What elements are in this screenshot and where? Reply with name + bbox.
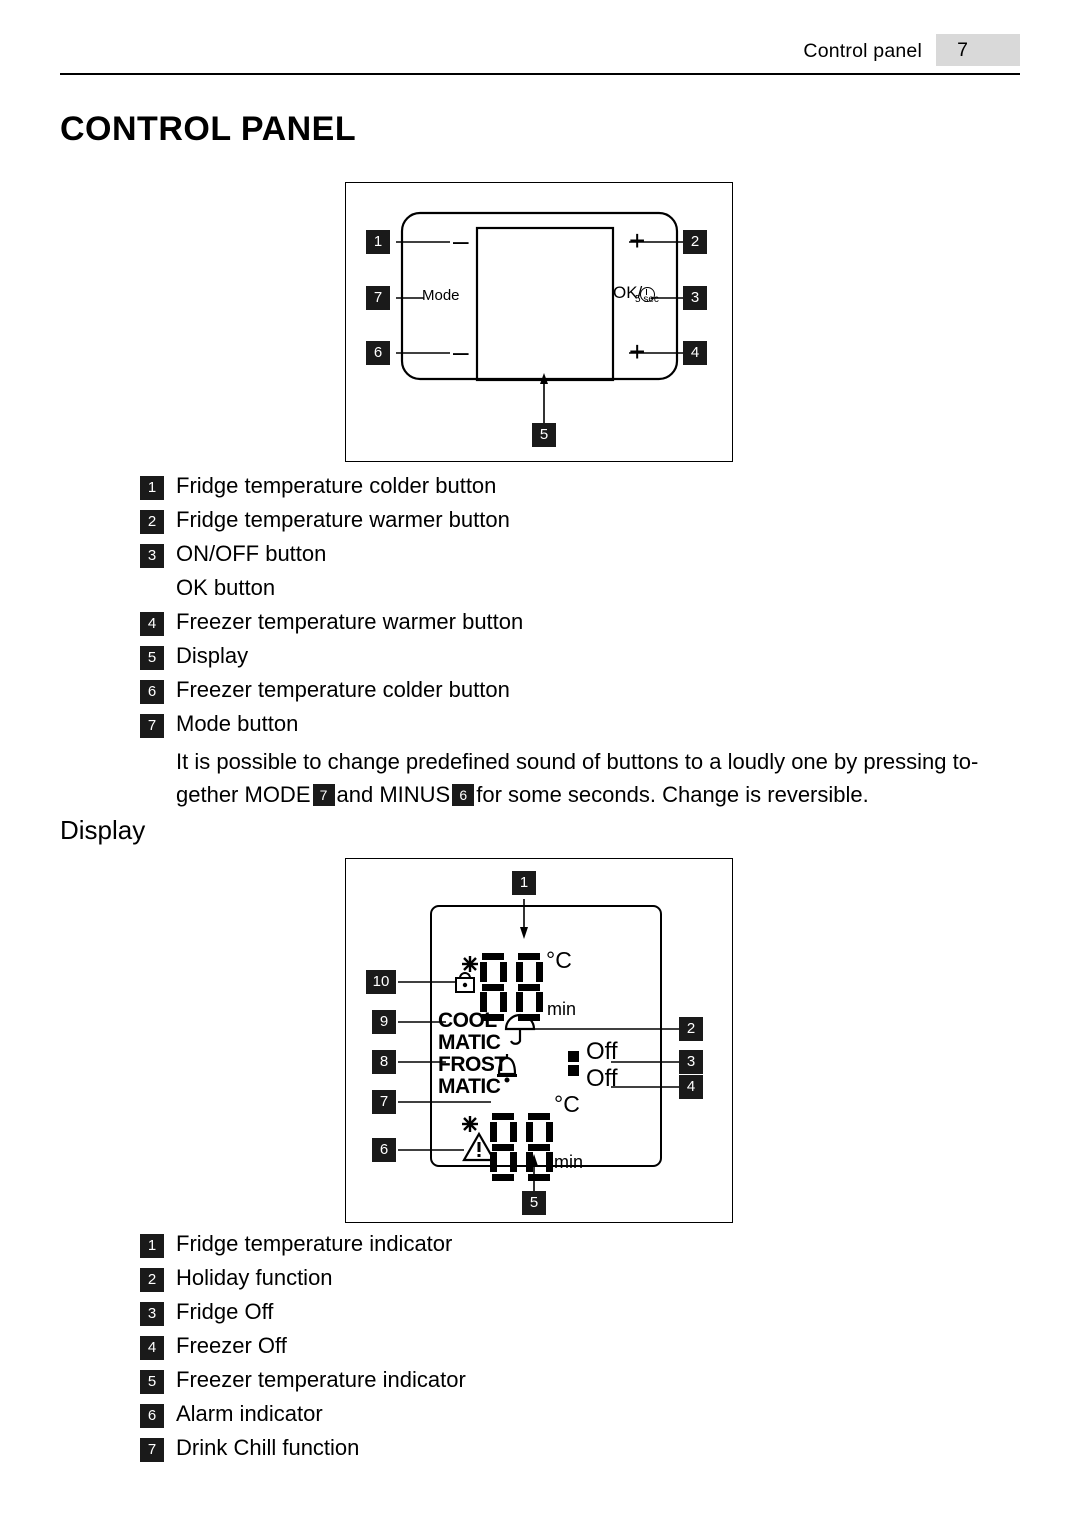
legend-label: Drink Chill function xyxy=(176,1435,360,1460)
callout-3: 3 xyxy=(683,286,707,310)
legend-number: 2 xyxy=(140,510,164,534)
legend-number: 3 xyxy=(140,1302,164,1326)
legend-number: 5 xyxy=(140,646,164,670)
legend-label: Fridge temperature colder button xyxy=(176,473,497,498)
celsius-bottom: °C xyxy=(554,1091,580,1117)
minus-icon-top: – xyxy=(453,225,469,256)
page-number-box xyxy=(936,34,1020,66)
note-line-1: It is possible to change predefined soun… xyxy=(176,749,979,774)
legend-label: Freezer temperature indicator xyxy=(176,1367,466,1392)
freezer-off-label: Off xyxy=(586,1065,618,1092)
callout-1: 1 xyxy=(366,230,390,254)
display-callout-8: 8 xyxy=(372,1050,396,1074)
power-icon xyxy=(640,287,655,302)
display-callout-9: 9 xyxy=(372,1010,396,1034)
alarm-warning-icon xyxy=(462,1131,496,1162)
lock-icon xyxy=(455,972,475,993)
legend-label: Fridge temperature indicator xyxy=(176,1231,453,1256)
inline-callout-7: 7 xyxy=(312,784,335,806)
legend-number: 2 xyxy=(140,1268,164,1292)
callout-6: 6 xyxy=(366,341,390,365)
display-callout-2: 2 xyxy=(679,1017,703,1041)
fridge-off-label: Off xyxy=(586,1038,618,1065)
legend-number: 1 xyxy=(140,476,164,500)
sound-note: It is possible to change predefined soun… xyxy=(176,745,1026,811)
legend-number: 5 xyxy=(140,1370,164,1394)
callout-4: 4 xyxy=(683,341,707,365)
legend-label: Freezer Off xyxy=(176,1333,287,1358)
legend-number: 4 xyxy=(140,1336,164,1360)
min-top: min xyxy=(547,999,577,1019)
min-bottom: min xyxy=(554,1152,584,1172)
coolmatic-label-line2: MATIC xyxy=(438,1031,501,1054)
page-header: Control panel 7 xyxy=(60,34,1020,78)
mode-label: Mode xyxy=(422,287,460,304)
display-figure: °C min °C min COOL MATIC FROST MATIC Off… xyxy=(345,858,733,1223)
legend-label: Holiday function xyxy=(176,1265,333,1290)
callout-2: 2 xyxy=(683,230,707,254)
frostmatic-label-line1: FROST xyxy=(438,1053,507,1076)
control-panel-figure: – – + + Mode OK/ 5 sec 1 7 6 2 3 4 5 xyxy=(345,182,733,462)
callout-7: 7 xyxy=(366,286,390,310)
note-line-2a: gether MODE xyxy=(176,782,311,807)
display-section-title: Display xyxy=(60,815,146,845)
display-callout-1: 1 xyxy=(512,871,536,895)
header-divider xyxy=(60,73,1020,75)
display-callout-7: 7 xyxy=(372,1090,396,1114)
plus-icon-bottom: + xyxy=(629,336,646,367)
minus-icon-bottom: – xyxy=(453,336,469,367)
legend-number: 3 xyxy=(140,544,164,568)
legend-number: 1 xyxy=(140,1234,164,1258)
legend-number: 7 xyxy=(140,714,164,738)
coolmatic-label-line1: COOL xyxy=(438,1009,497,1032)
legend-number: 4 xyxy=(140,612,164,636)
legend-label: Fridge temperature warmer button xyxy=(176,507,510,532)
frostmatic-label-line2: MATIC xyxy=(438,1075,501,1098)
inline-callout-6: 6 xyxy=(452,784,475,806)
legend-label: Freezer temperature warmer button xyxy=(176,609,524,634)
header-title: Control panel xyxy=(803,40,922,62)
display-callout-6: 6 xyxy=(372,1138,396,1162)
display-callout-3: 3 xyxy=(679,1050,703,1074)
legend-label: Display xyxy=(176,643,249,668)
control-panel-drawing xyxy=(396,211,683,425)
legend-label: Alarm indicator xyxy=(176,1401,323,1426)
legend-label: Fridge Off xyxy=(176,1299,274,1324)
display-callout-5: 5 xyxy=(522,1191,546,1215)
display-drawing xyxy=(398,899,679,1193)
display-callout-10: 10 xyxy=(366,970,396,994)
legend-number: 7 xyxy=(140,1438,164,1462)
legend-label: Mode button xyxy=(176,711,299,736)
note-line-2c: for some seconds. Change is reversible. xyxy=(476,782,869,807)
legend-number: 6 xyxy=(140,680,164,704)
legend-label: OK button xyxy=(176,575,276,600)
note-line-2b: and MINUS xyxy=(336,782,451,807)
celsius-top: °C xyxy=(546,947,572,973)
legend-label: Freezer temperature colder button xyxy=(176,677,510,702)
plus-icon-top: + xyxy=(629,225,646,256)
callout-5: 5 xyxy=(532,423,556,447)
legend-number: 6 xyxy=(140,1404,164,1428)
page-number: 7 xyxy=(957,39,968,61)
display-callout-4: 4 xyxy=(679,1075,703,1099)
page-title: CONTROL PANEL xyxy=(60,110,357,148)
legend-label: ON/OFF button xyxy=(176,541,327,566)
